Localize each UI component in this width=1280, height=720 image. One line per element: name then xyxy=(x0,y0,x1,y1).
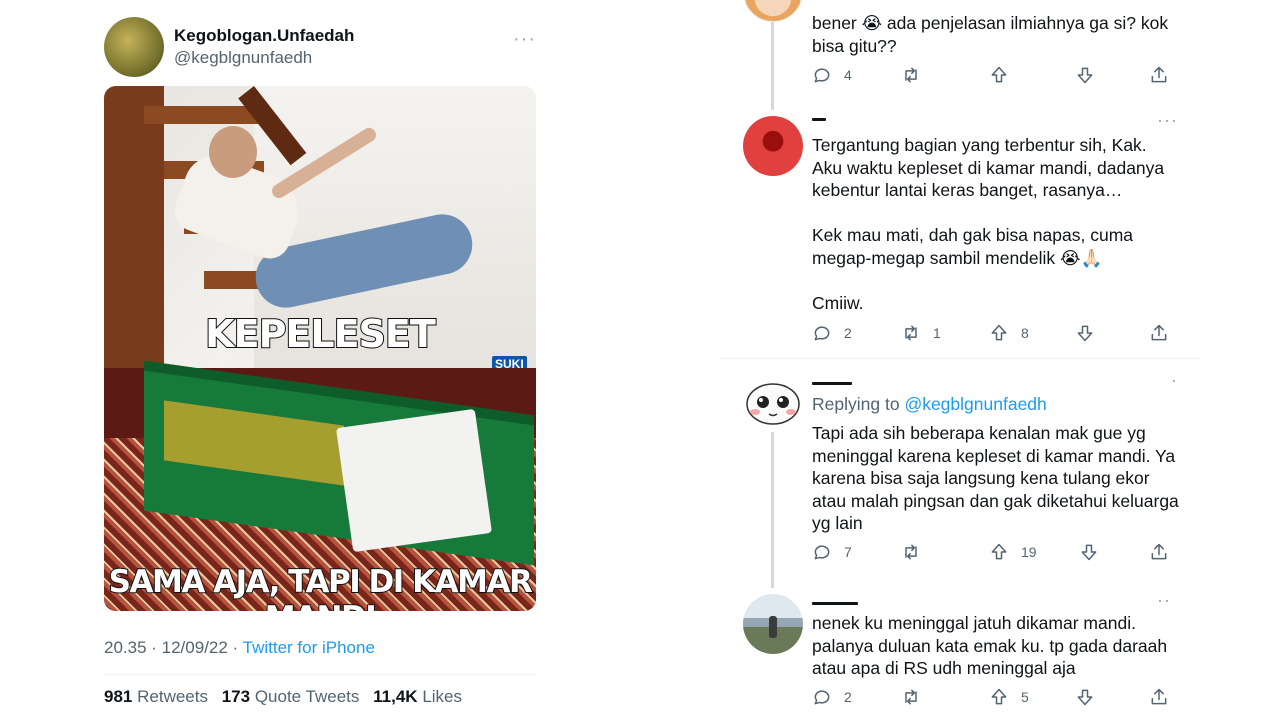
upvote-icon xyxy=(991,66,1007,83)
retweet-button[interactable] xyxy=(901,687,989,707)
replying-mention-link[interactable]: @kegblgnunfaedh xyxy=(904,394,1046,414)
reply-icon xyxy=(814,68,830,83)
retweet-icon xyxy=(905,325,917,341)
reply-text: Tergantung bagian yang terbentur sih, Ka… xyxy=(812,135,1165,314)
author-display-name[interactable]: Kegoblogan.Unfaedah xyxy=(174,25,354,47)
more-options-icon[interactable]: · xyxy=(1171,370,1178,391)
downvote-icon xyxy=(1077,67,1093,84)
reply-text: nenek ku meninggal jatuh dikamar mandi. … xyxy=(812,613,1168,679)
upvote-icon xyxy=(991,543,1007,560)
downvote-button[interactable] xyxy=(1079,542,1149,562)
share-icon xyxy=(1151,66,1167,83)
reply-author-name[interactable] xyxy=(812,382,852,385)
thread-line xyxy=(771,22,774,110)
downvote-button[interactable] xyxy=(1075,323,1149,343)
reply-divider xyxy=(720,358,1200,359)
retweet-button[interactable]: 1 xyxy=(901,323,989,343)
retweet-icon xyxy=(905,67,917,83)
more-options-icon[interactable]: ··· xyxy=(513,28,536,51)
upvote-button[interactable]: 19 xyxy=(989,542,1079,562)
upvote-icon xyxy=(991,324,1007,341)
likes-stat[interactable]: 11,4K Likes xyxy=(373,687,462,706)
reply-button[interactable]: 2 xyxy=(812,323,901,343)
share-icon xyxy=(1151,543,1167,560)
reply-avatar[interactable] xyxy=(743,372,803,432)
reply-text: Tapi ada sih beberapa kenalan mak gue yg… xyxy=(812,423,1179,534)
author-names: Kegoblogan.Unfaedah @kegblgnunfaedh xyxy=(174,25,354,69)
meme-bottom-panel: SAMA AJA, TAPI DI KAMAR MANDI xyxy=(104,360,536,611)
author-avatar[interactable] xyxy=(104,17,164,77)
share-button[interactable] xyxy=(1149,542,1169,562)
reply-avatar[interactable] xyxy=(743,0,803,22)
replying-to: Replying to @kegblgnunfaedh xyxy=(812,394,1047,414)
share-button[interactable] xyxy=(1149,65,1169,85)
meme-top-panel: KEPELESET SUKI xyxy=(104,86,536,372)
share-button[interactable] xyxy=(1149,323,1169,343)
tweet-stats: 981 Retweets 173 Quote Tweets 11,4K Like… xyxy=(104,687,471,707)
reply-text: bener 😭 ada penjelasan ilmiahnya ga si? … xyxy=(812,13,1169,56)
tweet-header: Kegoblogan.Unfaedah @kegblgnunfaedh xyxy=(104,16,536,78)
downvote-button[interactable] xyxy=(1075,687,1149,707)
reply-actions: 2 5 xyxy=(812,685,1172,709)
divider xyxy=(104,674,536,675)
reply-button[interactable]: 4 xyxy=(812,65,901,85)
tweet-timestamp[interactable]: 20.35 · 12/09/22 · xyxy=(104,638,238,657)
upvote-button[interactable]: 8 xyxy=(989,323,1075,343)
meme-top-caption: KEPELESET xyxy=(204,311,437,357)
downvote-icon xyxy=(1081,544,1097,561)
reply-icon xyxy=(814,545,830,560)
more-options-icon[interactable]: ··· xyxy=(1157,110,1178,131)
reply-avatar[interactable] xyxy=(743,116,803,176)
reply-actions: 2 1 8 xyxy=(812,321,1172,345)
upvote-button[interactable]: 5 xyxy=(989,687,1075,707)
retweet-button[interactable] xyxy=(901,65,989,85)
upvote-icon xyxy=(991,688,1007,705)
retweets-stat[interactable]: 981 Retweets xyxy=(104,687,208,706)
reply-actions: 4 xyxy=(812,63,1172,87)
retweet-icon xyxy=(905,689,917,705)
downvote-icon xyxy=(1077,325,1093,342)
quote-tweets-stat[interactable]: 173 Quote Tweets xyxy=(222,687,360,706)
upvote-button[interactable] xyxy=(989,65,1075,85)
reply-actions: 7 19 xyxy=(812,540,1172,564)
reply-avatar[interactable] xyxy=(743,594,803,654)
reply-author-name[interactable] xyxy=(812,118,826,121)
author-handle[interactable]: @kegblgnunfaedh xyxy=(174,47,354,69)
thread-line xyxy=(771,432,774,588)
share-button[interactable] xyxy=(1149,687,1169,707)
meme-bottom-caption: SAMA AJA, TAPI DI KAMAR MANDI xyxy=(108,563,534,611)
retweet-icon xyxy=(905,544,917,560)
reply-author-name[interactable] xyxy=(812,602,858,605)
downvote-button[interactable] xyxy=(1075,65,1149,85)
tweet-image[interactable]: KEPELESET SUKI SAMA AJA, TAPI DI KAMAR M… xyxy=(104,86,536,611)
reply-button[interactable]: 7 xyxy=(812,542,901,562)
tweet-timestamp-line: 20.35 · 12/09/22 · Twitter for iPhone xyxy=(104,638,375,658)
retweet-button[interactable] xyxy=(901,542,989,562)
share-icon xyxy=(1151,324,1167,341)
reply-button[interactable]: 2 xyxy=(812,687,901,707)
share-icon xyxy=(1151,688,1167,705)
reply-icon xyxy=(814,326,830,341)
main-tweet: Kegoblogan.Unfaedah @kegblgnunfaedh ··· … xyxy=(104,16,536,706)
reply-icon xyxy=(814,690,830,705)
tweet-source-link[interactable]: Twitter for iPhone xyxy=(243,638,375,657)
downvote-icon xyxy=(1077,689,1093,706)
more-options-icon[interactable]: ·· xyxy=(1157,590,1171,611)
